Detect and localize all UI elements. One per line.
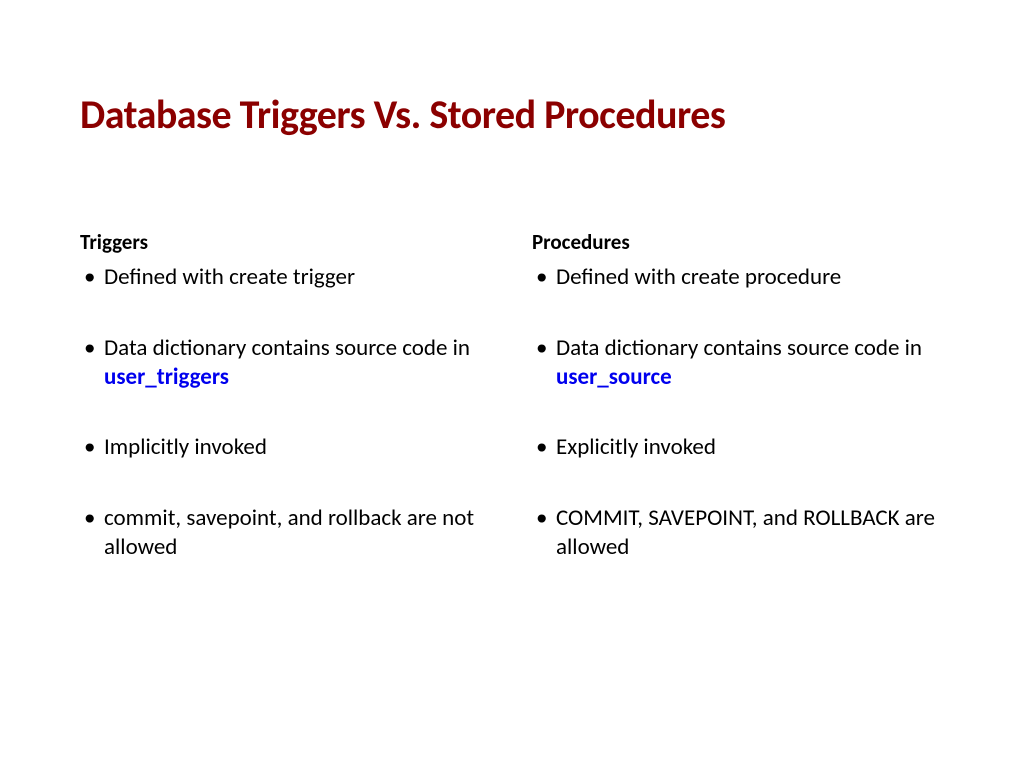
list-item-text: Explicitly invoked (556, 433, 716, 461)
triggers-column: Triggers Defined with create trigger Dat… (80, 229, 492, 604)
procedures-column: Procedures Defined with create procedure… (532, 229, 944, 604)
triggers-list: Defined with create trigger Data diction… (80, 263, 492, 562)
triggers-heading: Triggers (80, 229, 492, 255)
comparison-columns: Triggers Defined with create trigger Dat… (80, 229, 944, 604)
list-item: Defined with create trigger (80, 263, 492, 292)
procedures-heading: Procedures (532, 229, 944, 255)
list-item: commit, savepoint, and rollback are not … (80, 504, 492, 562)
list-item: Explicitly invoked (532, 433, 944, 462)
list-item-text: COMMIT, SAVEPOINT, and ROLLBACK are allo… (556, 504, 935, 561)
list-item: Defined with create procedure (532, 263, 944, 292)
keyword-highlight: user_source (556, 363, 672, 391)
list-item-text: Data dictionary contains source code in (556, 334, 922, 362)
procedures-list: Defined with create procedure Data dicti… (532, 263, 944, 562)
list-item: Implicitly invoked (80, 433, 492, 462)
list-item: COMMIT, SAVEPOINT, and ROLLBACK are allo… (532, 504, 944, 562)
keyword-highlight: user_triggers (104, 363, 229, 391)
slide-title: Database Triggers Vs. Stored Procedures (80, 90, 944, 139)
list-item-text: Implicitly invoked (104, 433, 267, 461)
list-item: Data dictionary contains source code in … (80, 334, 492, 392)
list-item-text: Defined with create procedure (556, 263, 841, 291)
list-item: Data dictionary contains source code in … (532, 334, 944, 392)
list-item-text: Defined with create trigger (104, 263, 355, 291)
list-item-text: Data dictionary contains source code in (104, 334, 470, 362)
list-item-text: commit, savepoint, and rollback are not … (104, 504, 474, 561)
